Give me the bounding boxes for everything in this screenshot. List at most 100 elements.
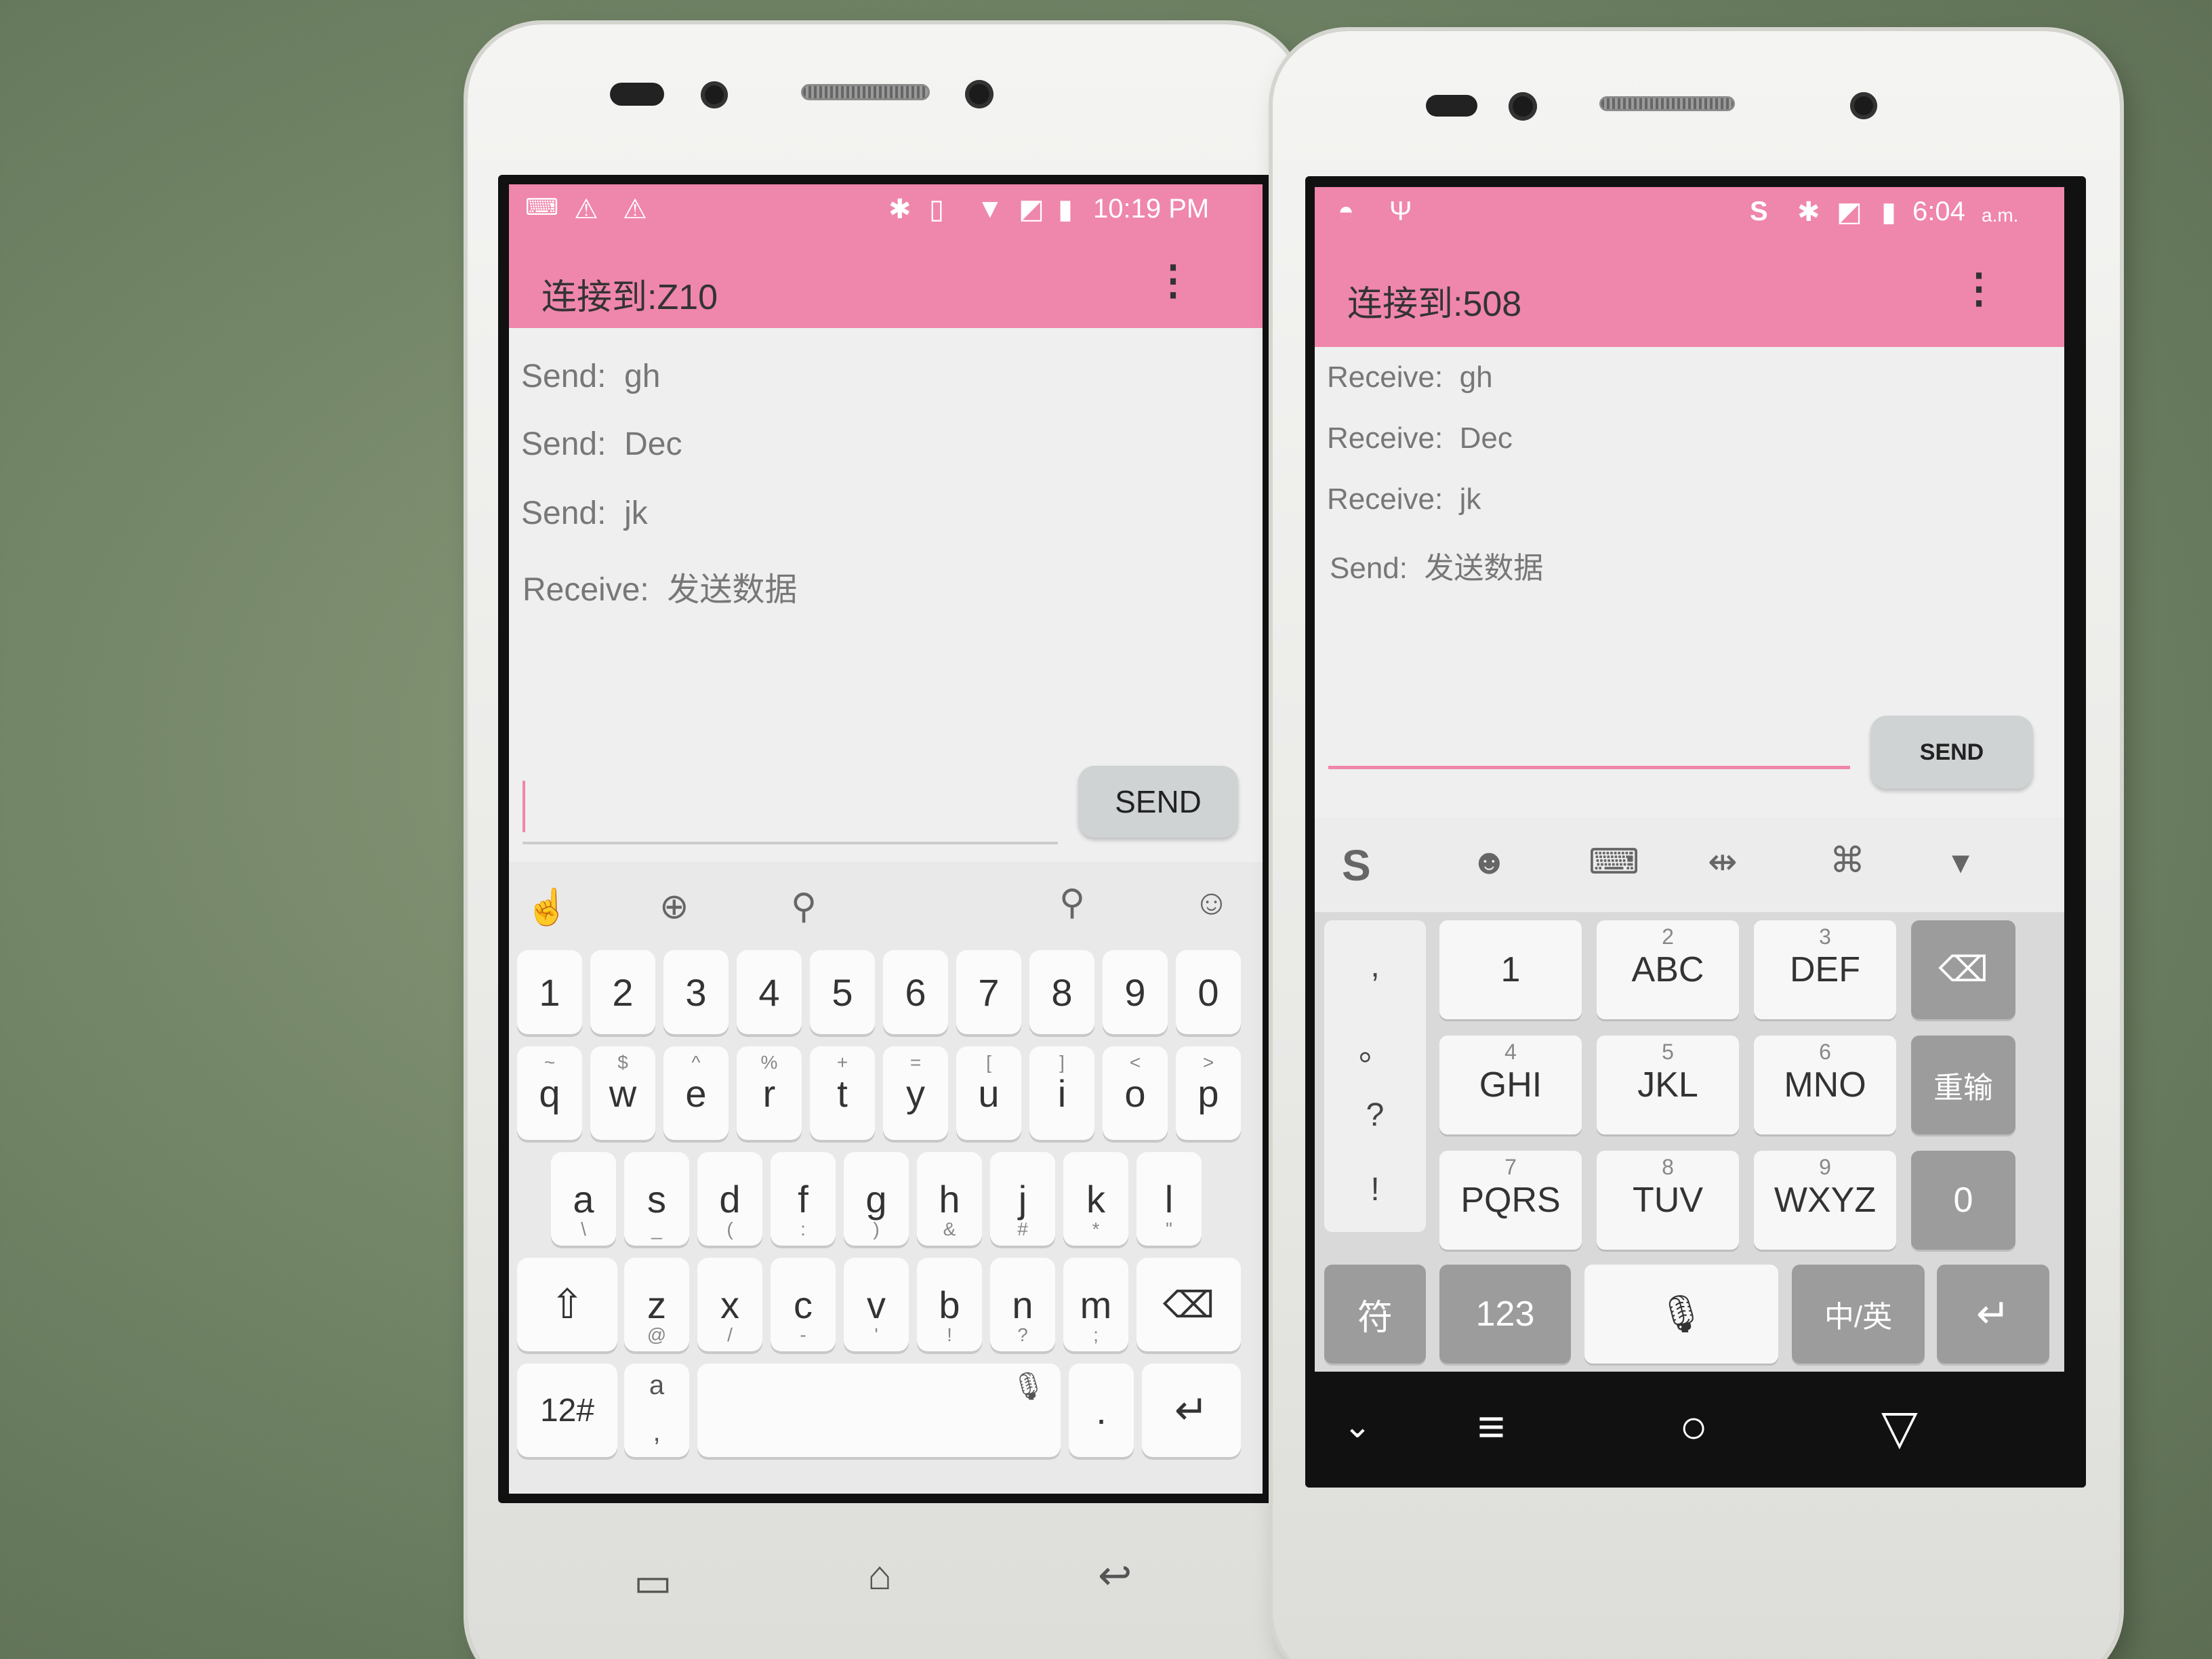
- key-8[interactable]: 8: [1029, 950, 1094, 1034]
- enter-key[interactable]: ↵: [1142, 1364, 1241, 1457]
- send-button[interactable]: SEND: [1078, 766, 1238, 838]
- message-input[interactable]: [1328, 716, 1857, 777]
- t9-key-6[interactable]: 6 MNO: [1754, 1036, 1896, 1134]
- key-o[interactable]: o <: [1103, 1046, 1168, 1140]
- left-home-key[interactable]: ⌂: [867, 1552, 892, 1599]
- key-4[interactable]: 4: [737, 950, 802, 1034]
- key-p[interactable]: p >: [1176, 1046, 1241, 1140]
- key-0[interactable]: 0: [1176, 950, 1241, 1034]
- shift-key[interactable]: ⇧: [517, 1258, 617, 1351]
- key-f[interactable]: f:: [771, 1152, 836, 1246]
- warning-icon-2: ⚠: [623, 194, 647, 224]
- key-j[interactable]: j #: [990, 1152, 1055, 1246]
- key-v-alt: ': [874, 1324, 878, 1345]
- key-n[interactable]: n?: [990, 1258, 1055, 1351]
- key-k[interactable]: k *: [1063, 1152, 1128, 1246]
- gesture-icon[interactable]: ☝: [525, 886, 569, 928]
- spacebar[interactable]: 🎙: [697, 1364, 1061, 1457]
- warning-icon: ⚠: [574, 194, 598, 224]
- t9-key-9[interactable]: 9 WXYZ: [1754, 1151, 1896, 1250]
- left-back-key[interactable]: ↩: [1098, 1552, 1132, 1599]
- key-u[interactable]: u[: [956, 1046, 1021, 1140]
- home-icon[interactable]: ○: [1679, 1399, 1708, 1454]
- key-2[interactable]: 2: [590, 950, 655, 1034]
- overflow-menu-icon[interactable]: ⋮: [1959, 268, 1999, 309]
- key-l[interactable]: l ": [1136, 1152, 1202, 1246]
- t9-key-8[interactable]: 8 TUV: [1597, 1151, 1739, 1250]
- left-status-bar: ⌨ ⚠ ⚠ ✱ ▯ ▼ ◩ ▮ 10:19 PM: [509, 184, 1263, 239]
- sogou-logo-icon[interactable]: S: [1342, 840, 1371, 890]
- t9-key-7[interactable]: 7 PQRS: [1439, 1151, 1582, 1250]
- globe-icon[interactable]: ⊕: [659, 886, 689, 927]
- key-c[interactable]: c-: [771, 1258, 836, 1351]
- right-screen: ◓ Ψ S ✱ ◩ ▮ 6:04 a.m. 连接到:508 ⋮ Receive:…: [1305, 176, 2086, 1488]
- key-e-label: e: [685, 1071, 707, 1115]
- key-9[interactable]: 9: [1103, 950, 1168, 1034]
- emoji-icon[interactable]: ☺: [1193, 882, 1229, 923]
- key-f-alt: :: [800, 1218, 806, 1240]
- key-w[interactable]: w $: [590, 1046, 655, 1140]
- language-key[interactable]: a ,: [624, 1364, 689, 1457]
- key-i[interactable]: i]: [1029, 1046, 1094, 1140]
- numbers-key[interactable]: 123: [1439, 1265, 1571, 1364]
- t9-key-1[interactable]: 1: [1439, 920, 1582, 1019]
- back-icon[interactable]: ▽: [1881, 1399, 1918, 1455]
- key-z[interactable]: z @: [624, 1258, 689, 1351]
- key-q[interactable]: q ~: [517, 1046, 582, 1140]
- theme-shirt-icon[interactable]: ⚲: [791, 886, 817, 927]
- cursor-move-icon[interactable]: ⇹: [1708, 842, 1738, 882]
- delete-key[interactable]: ⌫: [1911, 920, 2015, 1019]
- punctuation-exclaim[interactable]: !: [1324, 1171, 1426, 1208]
- key-e[interactable]: e ^: [663, 1046, 729, 1140]
- message-row: Receive: gh: [1327, 361, 1493, 394]
- key-3[interactable]: 3: [663, 950, 729, 1034]
- reset-key[interactable]: 重输: [1911, 1036, 2015, 1134]
- key-a[interactable]: a \: [551, 1152, 616, 1246]
- message-input[interactable]: [523, 781, 1065, 848]
- key-m[interactable]: m;: [1063, 1258, 1128, 1351]
- punctuation-comma[interactable]: ,: [1324, 947, 1426, 985]
- hide-keyboard-icon[interactable]: ⌄: [1343, 1406, 1372, 1446]
- key-r[interactable]: r%: [737, 1046, 802, 1140]
- key-s[interactable]: s _: [624, 1152, 689, 1246]
- key-v[interactable]: v ': [844, 1258, 909, 1351]
- punctuation-question[interactable]: ?: [1324, 1097, 1426, 1134]
- t9-key-9-num: 9: [1819, 1155, 1831, 1179]
- key-1[interactable]: 1: [517, 950, 582, 1034]
- key-b[interactable]: b!: [917, 1258, 982, 1351]
- t9-key-4[interactable]: 4 GHI: [1439, 1036, 1582, 1134]
- enter-key[interactable]: ↵: [1937, 1265, 2049, 1364]
- menu-icon[interactable]: ≡: [1477, 1399, 1505, 1454]
- symbols-key[interactable]: 12#: [517, 1364, 617, 1457]
- key-y[interactable]: y =: [883, 1046, 948, 1140]
- command-icon[interactable]: ⌘: [1830, 840, 1865, 881]
- key-i-label: i: [1057, 1071, 1067, 1115]
- key-r-label: r: [762, 1071, 776, 1115]
- punctuation-period[interactable]: 。: [1324, 1022, 1426, 1069]
- key-5[interactable]: 5: [810, 950, 875, 1034]
- t9-key-2[interactable]: 2 ABC: [1597, 920, 1739, 1019]
- status-ampm: a.m.: [1982, 205, 2019, 226]
- key-x[interactable]: x /: [697, 1258, 762, 1351]
- key-g[interactable]: g): [844, 1152, 909, 1246]
- keyboard-icon[interactable]: ⌨: [1589, 842, 1639, 882]
- key-d[interactable]: d(: [697, 1152, 762, 1246]
- emoji-icon[interactable]: ☻: [1471, 842, 1508, 882]
- search-icon[interactable]: ⚲: [1059, 882, 1085, 923]
- t9-key-5[interactable]: 5 JKL: [1597, 1036, 1739, 1134]
- left-menu-key[interactable]: ▭: [634, 1559, 672, 1606]
- backspace-key[interactable]: ⌫: [1136, 1258, 1241, 1351]
- key-6[interactable]: 6: [883, 950, 948, 1034]
- language-switch-key[interactable]: 中/英: [1792, 1265, 1925, 1364]
- symbols-key[interactable]: 符: [1324, 1265, 1426, 1364]
- key-t[interactable]: t +: [810, 1046, 875, 1140]
- t9-key-3[interactable]: 3 DEF: [1754, 920, 1896, 1019]
- key-h[interactable]: h &: [917, 1152, 982, 1246]
- send-button[interactable]: SEND: [1870, 716, 2033, 789]
- space-key[interactable]: 🎙: [1584, 1265, 1778, 1364]
- period-key[interactable]: .: [1069, 1364, 1134, 1457]
- overflow-menu-icon[interactable]: ⋮: [1153, 260, 1193, 301]
- collapse-keyboard-icon[interactable]: ▾: [1952, 842, 1969, 882]
- t9-key-0[interactable]: 0: [1911, 1151, 2015, 1250]
- key-7[interactable]: 7: [956, 950, 1021, 1034]
